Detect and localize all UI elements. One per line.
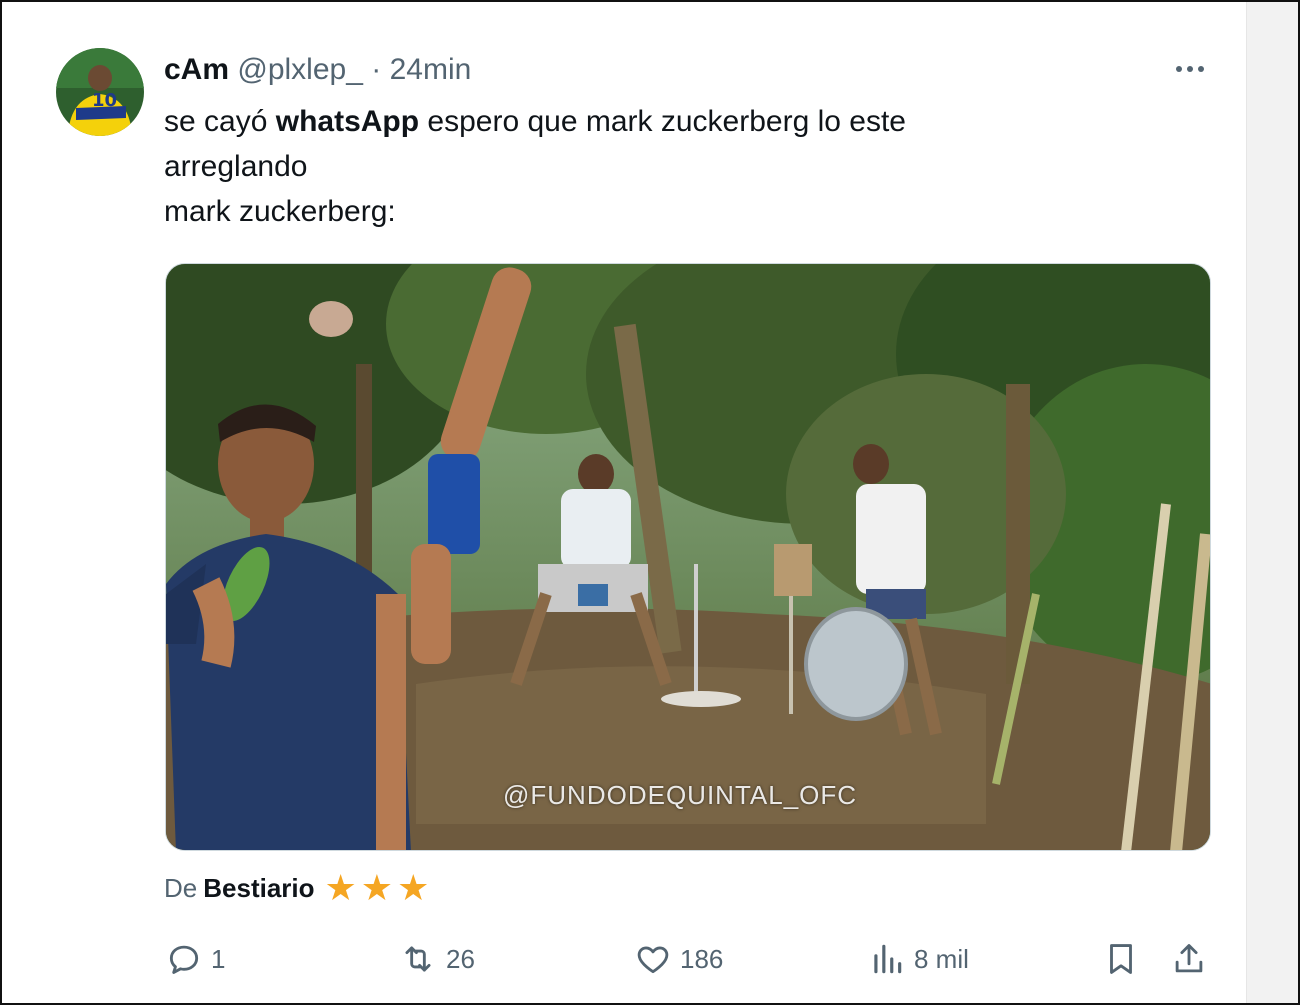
reply-count: 1 bbox=[211, 943, 226, 974]
views-icon bbox=[874, 944, 902, 974]
like-button[interactable]: 186 bbox=[634, 940, 723, 978]
author-name[interactable]: cAm bbox=[164, 53, 229, 86]
reply-icon bbox=[169, 945, 199, 974]
views-button[interactable]: 8 mil bbox=[868, 940, 969, 978]
source-prefix: De bbox=[164, 873, 198, 903]
tweet-text-bold: whatsApp bbox=[275, 105, 420, 138]
video-frame bbox=[166, 264, 1210, 850]
star-icon: ★ bbox=[360, 867, 394, 908]
svg-text:10: 10 bbox=[92, 90, 117, 111]
avatar[interactable]: 10 bbox=[56, 48, 144, 136]
bookmark-button[interactable] bbox=[1102, 940, 1140, 978]
header-separator: · bbox=[371, 53, 382, 86]
views-count: 8 mil bbox=[914, 943, 969, 974]
more-options-button[interactable] bbox=[1170, 57, 1210, 81]
community-source: De Bestiario ★ ★ ★ bbox=[164, 870, 429, 906]
action-bar: 1 26 186 8 mil bbox=[2, 932, 1300, 988]
repost-button[interactable]: 26 bbox=[398, 940, 475, 978]
tweet-header: cAm @plxlep_ · 24min bbox=[164, 52, 471, 88]
video-watermark: @FUNDODEQUINTAL_OFC bbox=[503, 780, 858, 810]
page-gutter bbox=[1246, 2, 1298, 1003]
repost-icon bbox=[405, 946, 431, 972]
community-stars: ★ ★ ★ bbox=[325, 870, 430, 906]
community-link[interactable]: Bestiario bbox=[203, 870, 314, 906]
star-icon: ★ bbox=[397, 867, 430, 908]
tweet-text-line-3: mark zuckerberg: bbox=[164, 195, 396, 228]
tweet-timestamp[interactable]: 24min bbox=[390, 53, 472, 86]
tweet-text-part: espero que mark zuckerberg lo este bbox=[419, 105, 906, 138]
share-button[interactable] bbox=[1170, 940, 1208, 978]
tweet-text-line-1: se cayó whatsApp espero que mark zuckerb… bbox=[164, 99, 1214, 144]
tweet-text-line-2: arreglando bbox=[164, 150, 308, 183]
star-icon: ★ bbox=[324, 867, 357, 908]
like-icon bbox=[637, 946, 669, 974]
bookmark-icon bbox=[1110, 944, 1132, 974]
more-icon bbox=[1176, 66, 1204, 72]
tweet-video[interactable]: @FUNDODEQUINTAL_OFC bbox=[165, 263, 1211, 851]
author-handle[interactable]: @plxlep_ bbox=[237, 53, 363, 86]
tweet-text-part: se cayó bbox=[164, 105, 276, 138]
repost-count: 26 bbox=[446, 943, 475, 974]
reply-button[interactable]: 1 bbox=[165, 940, 225, 978]
share-icon bbox=[1175, 944, 1203, 973]
like-count: 186 bbox=[680, 943, 724, 974]
tweet-text: se cayó whatsApp espero que mark zuckerb… bbox=[164, 99, 1214, 234]
tweet-card: 10 cAm @plxlep_ · 24min se cayó whatsApp… bbox=[0, 0, 1300, 1005]
